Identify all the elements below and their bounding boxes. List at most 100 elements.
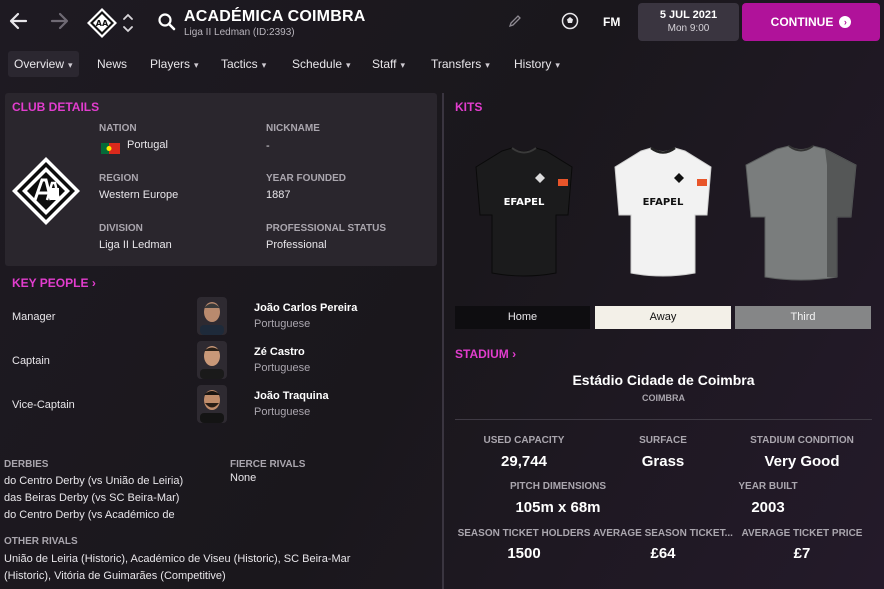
continue-label: CONTINUE [770,15,834,29]
third-kit-shirt[interactable] [743,145,859,286]
club-details-title: CLUB DETAILS [12,100,100,114]
chevron-right-icon: › [512,347,517,361]
kit-tab-third[interactable]: Third [735,306,871,329]
club-subtitle: Liga II Ledman (ID:2393) [184,27,295,38]
manager-avatar[interactable] [197,297,227,335]
vice-captain-avatar[interactable] [197,385,227,423]
region-value: Western Europe [99,189,179,201]
professional-status-value: Professional [266,239,327,251]
captain-role-label: Captain [12,355,50,367]
key-people-link[interactable]: KEY PEOPLE › [12,276,96,290]
year-founded-label: YEAR FOUNDED [266,173,347,184]
manager-name[interactable]: João Carlos Pereira [254,302,357,314]
tab-history[interactable]: History ▾ [508,51,566,77]
tab-overview[interactable]: Overview ▾ [8,51,79,77]
tab-schedule-label: Schedule [292,57,343,71]
pitch-dimensions-label: PITCH DIMENSIONS [509,481,607,492]
tab-players-label: Players [150,57,191,71]
captain-name[interactable]: Zé Castro [254,346,305,358]
tab-transfers-label: Transfers [431,57,482,71]
chevron-right-circle-icon: › [839,16,852,28]
average-ticket-price-value: £7 [793,545,811,562]
average-season-ticket-label: AVERAGE SEASON TICKET... [593,528,733,539]
tab-tactics-label: Tactics [221,57,258,71]
division-value[interactable]: Liga II Ledman [99,239,172,251]
away-kit-shirt[interactable]: EFAPEL [611,145,715,282]
nickname-label: NICKNAME [266,123,320,134]
average-ticket-price-label: AVERAGE TICKET PRICE [741,528,863,539]
tab-news[interactable]: News [91,51,133,77]
edit-pencil-icon[interactable] [508,14,522,28]
tab-tactics[interactable]: Tactics ▾ [215,51,272,77]
nickname-value: - [266,140,270,152]
chevron-down-icon: ▾ [68,60,73,70]
other-rivals-line[interactable]: (Historic), Vitória de Guimarães (Compet… [4,570,226,582]
stadium-condition-value: Very Good [764,453,840,470]
vice-captain-role-label: Vice-Captain [12,399,75,411]
forward-arrow-icon[interactable] [48,10,70,32]
club-name-title: ACADÉMICA COIMBRA [184,8,366,25]
derby-item[interactable]: do Centro Derby (vs União de Leiria) [4,475,183,487]
chevron-down-icon: ▾ [346,60,351,70]
tab-news-label: News [97,57,128,71]
tab-staff[interactable]: Staff ▾ [366,51,411,77]
svg-text:AA: AA [96,19,109,28]
continue-button[interactable]: CONTINUE › [742,3,880,41]
tab-transfers[interactable]: Transfers ▾ [425,51,496,77]
kit-tab-home[interactable]: Home [455,306,590,329]
division-label: DIVISION [99,223,143,234]
fierce-rivals-value: None [230,472,257,484]
search-icon[interactable] [157,12,177,32]
chevron-right-icon: › [91,276,96,290]
home-kit-shirt[interactable]: EFAPEL [472,145,576,282]
tab-staff-label: Staff [372,57,397,71]
key-people-title: KEY PEOPLE [12,276,89,290]
away-kit-sponsor: EFAPEL [643,197,684,208]
season-ticket-holders-label: SEASON TICKET HOLDERS [457,528,591,539]
chevron-down-icon: ▾ [485,60,490,70]
chevron-down-icon: ▾ [400,60,405,70]
stadium-city: COIMBRA [642,393,685,403]
stadium-name: Estádio Cidade de Coimbra [572,372,755,388]
pitch-dimensions-value: 105m x 68m [515,499,601,516]
season-ticket-holders-value: 1500 [507,545,541,562]
vice-captain-name[interactable]: João Traquina [254,390,329,402]
stadium-condition-label: STADIUM CONDITION [750,435,854,446]
tab-players[interactable]: Players ▾ [144,51,205,77]
used-capacity-value: 29,744 [501,453,547,470]
derby-item[interactable]: do Centro Derby (vs Académico de [4,509,214,521]
year-built-label: YEAR BUILT [738,481,798,492]
stadium-link[interactable]: STADIUM › [455,347,516,361]
fm-logo[interactable]: FM [603,15,620,29]
game-date: 5 JUL 2021 [659,9,718,21]
nation-value[interactable]: Portugal [127,139,168,151]
chevron-down-icon: ▾ [555,60,560,70]
captain-avatar[interactable] [197,341,227,379]
derby-item[interactable]: das Beiras Derby (vs SC Beira-Mar) [4,492,179,504]
club-switcher-chevrons-icon[interactable] [121,10,135,36]
average-season-ticket-value: £64 [650,545,676,562]
tab-schedule[interactable]: Schedule ▾ [286,51,357,77]
club-menu-bar: Overview ▾ News Players ▾ Tactics ▾ Schedul… [0,51,884,77]
fierce-rivals-label: FIERCE RIVALS [230,459,306,470]
tab-history-label: History [514,57,552,71]
captain-nationality: Portuguese [254,362,311,374]
other-rivals-label: OTHER RIVALS [4,536,78,547]
tab-overview-label: Overview [14,57,65,71]
football-icon[interactable] [561,12,579,30]
kit-tab-away[interactable]: Away [595,306,731,329]
professional-status-label: PROFESSIONAL STATUS [266,223,387,234]
top-bar: AA ACADÉMICA COIMBRA Liga II Ledman (ID:… [0,0,884,44]
home-kit-sponsor: EFAPEL [504,197,545,208]
club-badge [11,156,81,226]
back-arrow-icon[interactable] [8,10,30,32]
game-date-box[interactable]: 5 JUL 2021 Mon 9:00 [638,3,739,41]
used-capacity-label: USED CAPACITY [483,435,565,446]
stadium-title: STADIUM [455,347,509,361]
game-day-time: Mon 9:00 [667,23,710,34]
stadium-divider [455,419,872,420]
chevron-down-icon: ▾ [194,60,199,70]
other-rivals-line[interactable]: União de Leiria (Historic), Académico de… [4,553,350,565]
club-crest-icon[interactable]: AA [86,7,118,39]
manager-nationality: Portuguese [254,318,311,330]
